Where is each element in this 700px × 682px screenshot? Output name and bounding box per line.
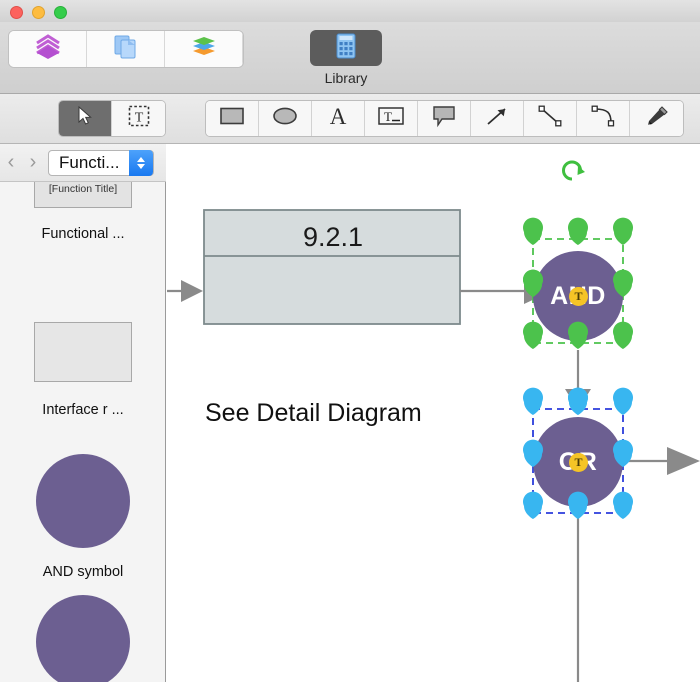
svg-text:T: T <box>134 111 143 126</box>
rectangle-tool-button[interactable] <box>206 101 259 136</box>
dashed-text-icon: T <box>128 105 150 132</box>
library-grid-icon <box>333 32 359 65</box>
ellipse-icon <box>270 105 300 132</box>
sidebar-shape-and[interactable]: AND symbol <box>0 454 166 580</box>
functional-block-thumb: [Function Title] <box>34 182 132 208</box>
pointer-tool-button[interactable] <box>59 101 112 136</box>
arrow-tool-button[interactable] <box>471 101 524 136</box>
or-gate-text-badge[interactable]: T <box>569 453 588 472</box>
toolbar-library-label: Library <box>324 70 368 86</box>
text-box-tool-button[interactable]: T <box>365 101 418 136</box>
chevron-left-icon[interactable]: ‹ <box>0 149 22 177</box>
tool-strip: T A T <box>0 94 700 144</box>
pen-tool-button[interactable] <box>630 101 683 136</box>
sidebar-shape-or[interactable]: OR symbol <box>0 595 166 682</box>
sidebar-shape-list[interactable]: [Function Title] Functional ... Interfac… <box>0 182 166 682</box>
rectangle-icon <box>217 105 247 132</box>
sidebar-shape-interface[interactable]: Interface r ... <box>0 322 166 418</box>
or-top-connection-point[interactable] <box>568 387 588 415</box>
maximize-window-button[interactable] <box>54 6 67 19</box>
speech-bubble-icon <box>430 104 458 133</box>
sidebar-shape-label-functional: Functional ... <box>41 226 125 242</box>
toolbar-layers-button[interactable] <box>165 31 243 67</box>
app-window: Solutions Pages Layers <box>0 0 700 682</box>
minimize-window-button[interactable] <box>32 6 45 19</box>
curve-line-icon <box>589 104 617 133</box>
toolbar-library-button[interactable] <box>310 30 382 66</box>
solutions-diamond-icon <box>33 33 63 66</box>
rotate-handle-icon[interactable] <box>562 160 586 181</box>
library-selector-value: Functi... <box>59 152 120 172</box>
svg-text:T: T <box>384 109 392 124</box>
layers-stack-icon <box>189 34 219 65</box>
straight-line-icon <box>536 104 564 133</box>
pages-documents-icon <box>112 33 140 66</box>
main-toolbar: Solutions Pages Layers <box>0 22 700 94</box>
diagram-canvas[interactable]: 9.2.1 See Detail Diagram AND T OR T <box>167 144 700 682</box>
ellipse-tool-button[interactable] <box>259 101 312 136</box>
library-sidebar: ‹ › Functi... [Function Title] Functiona… <box>0 144 166 682</box>
letter-a-icon: A <box>325 104 351 133</box>
fountain-pen-icon <box>643 104 671 133</box>
see-detail-diagram-label: See Detail Diagram <box>205 399 422 427</box>
or-symbol-thumb <box>36 595 130 682</box>
sidebar-header: ‹ › Functi... <box>0 144 166 182</box>
sidebar-shape-label-interface: Interface r ... <box>42 402 124 418</box>
line-tool-button[interactable] <box>524 101 577 136</box>
callout-tool-button[interactable] <box>418 101 471 136</box>
selection-tool-group: T <box>58 100 166 137</box>
text-tool-button[interactable]: A <box>312 101 365 136</box>
toolbar-panel-group: Solutions Pages Layers <box>8 30 244 68</box>
function-block-id: 9.2.1 <box>302 222 364 252</box>
text-box-icon: T <box>376 105 406 132</box>
curve-tool-button[interactable] <box>577 101 630 136</box>
interface-block-thumb <box>34 322 132 382</box>
chevron-right-icon[interactable]: › <box>22 149 44 177</box>
connector-input-left[interactable] <box>167 280 203 302</box>
shape-tool-group: A T <box>205 100 684 137</box>
functional-block-inner-label: [Function Title] <box>48 183 118 195</box>
and-gate-text-badge[interactable]: T <box>569 287 588 306</box>
arrow-cursor-icon <box>77 105 93 131</box>
arrow-diagonal-icon <box>484 104 510 133</box>
sidebar-shape-label-and: AND symbol <box>42 564 124 580</box>
text-select-tool-button[interactable]: T <box>112 101 165 136</box>
toolbar-pages-button[interactable] <box>87 31 165 67</box>
close-window-button[interactable] <box>10 6 23 19</box>
and-symbol-thumb <box>36 454 130 548</box>
title-bar <box>0 0 700 22</box>
library-selector[interactable]: Functi... <box>48 149 154 176</box>
sidebar-shape-functional[interactable]: [Function Title] Functional ... <box>0 182 166 242</box>
updown-chevron-icon[interactable] <box>129 149 153 176</box>
svg-text:A: A <box>330 104 347 128</box>
toolbar-solutions-button[interactable] <box>9 31 87 67</box>
